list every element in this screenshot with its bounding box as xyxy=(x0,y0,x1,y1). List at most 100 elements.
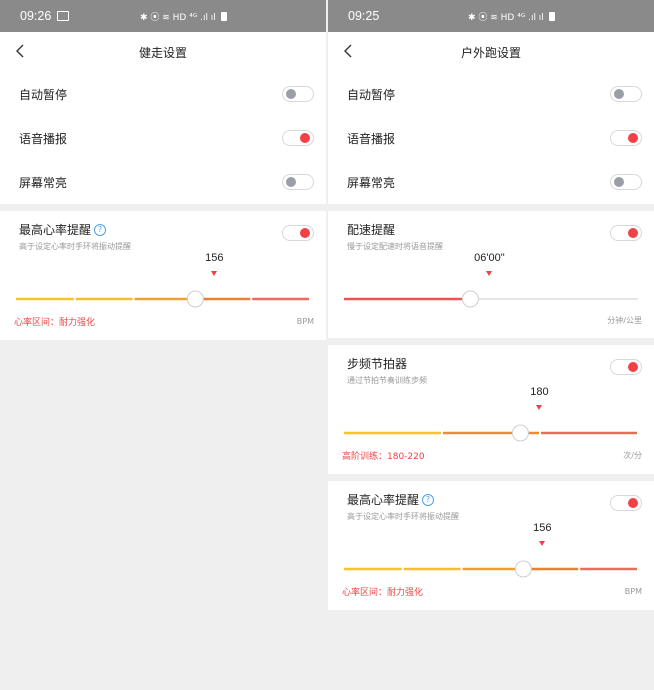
alert-text: 步频节拍器通过节拍节奏训练步频 xyxy=(347,355,427,386)
slider-track xyxy=(16,290,309,308)
alert-toggle[interactable] xyxy=(282,225,314,241)
alert-card: 最高心率提醒? 高于设定心率时手环将振动提醒 156 心率区间：耐力强化 BPM xyxy=(0,211,326,340)
help-icon[interactable]: ? xyxy=(94,223,107,236)
setting-toggle[interactable] xyxy=(610,130,642,146)
basic-settings-card: 自动暂停语音播报屏幕常亮 xyxy=(0,72,326,204)
alert-title: 配速提醒 xyxy=(347,221,443,238)
unit-label: BPM xyxy=(624,587,642,596)
setting-row: 屏幕常亮 xyxy=(0,160,326,204)
alert-header: 步频节拍器通过节拍节奏训练步频 xyxy=(347,355,642,386)
slider-footer: 高阶训练：180-220 次/分 xyxy=(342,449,642,462)
alert-toggle[interactable] xyxy=(610,495,642,511)
slider-value: 180 xyxy=(530,386,549,398)
slider-track xyxy=(344,424,637,442)
unit-label: 次/分 xyxy=(623,451,642,460)
toggle-knob xyxy=(628,228,638,238)
value-slider[interactable] xyxy=(344,289,638,309)
value-slider[interactable] xyxy=(344,423,638,443)
zone-label: 心率区间：耐力强化 xyxy=(14,318,96,328)
toggle-knob xyxy=(628,133,638,143)
alert-toggle[interactable] xyxy=(610,225,642,241)
back-button[interactable] xyxy=(338,41,358,61)
setting-row: 语音播报 xyxy=(328,116,654,160)
gallery-icon xyxy=(57,11,70,21)
alert-header: 最高心率提醒? 高于设定心率时手环将振动提醒 xyxy=(19,221,314,252)
alert-card: 最高心率提醒? 高于设定心率时手环将振动提醒 156 心率区间：耐力强化 BPM xyxy=(328,481,654,610)
slider-thumb[interactable] xyxy=(186,290,204,308)
setting-label: 屏幕常亮 xyxy=(347,175,396,190)
alert-title-text: 步频节拍器 xyxy=(347,357,408,371)
slider-footer: 心率区间：耐力强化 BPM xyxy=(14,315,314,328)
back-button[interactable] xyxy=(10,41,30,61)
alert-title: 最高心率提醒? xyxy=(347,491,459,508)
setting-label: 语音播报 xyxy=(19,131,68,146)
setting-row: 自动暂停 xyxy=(328,72,654,116)
alert-section: 最高心率提醒? 高于设定心率时手环将振动提醒 156 心率区间：耐力强化 BPM xyxy=(328,481,654,610)
alert-subtitle: 高于设定心率时手环将振动提醒 xyxy=(347,512,459,521)
value-marker-icon xyxy=(536,405,543,410)
value-marker-icon xyxy=(539,541,546,546)
alert-header: 最高心率提醒? 高于设定心率时手环将振动提醒 xyxy=(347,491,642,522)
slider-track xyxy=(344,290,638,308)
setting-toggle[interactable] xyxy=(610,174,642,190)
alert-section: 步频节拍器通过节拍节奏训练步频 180 高阶训练：180-220 次/分 xyxy=(328,345,654,474)
toggle-knob xyxy=(300,228,310,238)
alert-subtitle: 通过节拍节奏训练步频 xyxy=(347,376,427,385)
page-title: 健走设置 xyxy=(138,45,187,60)
outdoor-run-settings-screen: 09:25 ✱ ⦿ ≋ HD ⁴ᴳ .ıl ıl 户外跑设置自动暂停语音播报屏幕常亮… xyxy=(328,0,654,690)
setting-label: 屏幕常亮 xyxy=(19,175,68,190)
slider-value: 156 xyxy=(205,252,224,264)
slider-thumb[interactable] xyxy=(461,290,479,308)
setting-row: 自动暂停 xyxy=(0,72,326,116)
setting-toggle[interactable] xyxy=(282,86,314,102)
value-slider[interactable] xyxy=(344,559,638,579)
setting-label: 自动暂停 xyxy=(19,87,68,102)
slider-footer: 心率区间：耐力强化 BPM xyxy=(342,585,642,598)
slider-track xyxy=(344,560,637,578)
value-marker-icon xyxy=(211,271,218,276)
setting-row: 屏幕常亮 xyxy=(328,160,654,204)
alert-header: 配速提醒 慢于设定配速时将语音提醒 xyxy=(347,221,642,252)
slider-value-wrap: 156 xyxy=(19,252,314,286)
nav-bar: 户外跑设置 xyxy=(328,32,654,72)
setting-toggle[interactable] xyxy=(282,130,314,146)
setting-label: 自动暂停 xyxy=(347,87,396,102)
slider-footer: 分钟/公里 xyxy=(342,315,642,326)
slider-value-wrap: 06'00" xyxy=(347,252,642,286)
basic-settings-card: 自动暂停语音播报屏幕常亮 xyxy=(328,72,654,204)
alert-card: 配速提醒 慢于设定配速时将语音提醒 06'00" 分钟/公里 xyxy=(328,211,654,338)
alert-text: 最高心率提醒? 高于设定心率时手环将振动提醒 xyxy=(347,491,459,522)
status-icons-text: ✱ ⦿ ≋ HD ⁴ᴳ .ıl ıl xyxy=(140,12,216,23)
setting-toggle[interactable] xyxy=(282,174,314,190)
toggle-knob xyxy=(300,133,310,143)
alert-card: 步频节拍器通过节拍节奏训练步频 180 高阶训练：180-220 次/分 xyxy=(328,345,654,474)
slider-value-wrap: 156 xyxy=(347,522,642,556)
slider-thumb[interactable] xyxy=(514,560,532,578)
walking-settings-screen: 09:26 ✱ ⦿ ≋ HD ⁴ᴳ .ıl ıl 健走设置 自动暂停 语音播报 屏幕常亮最… xyxy=(0,0,326,690)
status-bar: 09:26 ✱ ⦿ ≋ HD ⁴ᴳ .ıl ıl xyxy=(0,0,326,32)
unit-label: 分钟/公里 xyxy=(607,316,642,325)
status-icons: ✱ ⦿ ≋ HD ⁴ᴳ .ıl ıl xyxy=(468,0,555,32)
value-marker-icon xyxy=(486,271,493,276)
alert-section: 最高心率提醒? 高于设定心率时手环将振动提醒 156 心率区间：耐力强化 BPM xyxy=(0,211,326,340)
value-slider[interactable] xyxy=(16,289,310,309)
setting-row: 语音播报 xyxy=(0,116,326,160)
status-time: 09:26 xyxy=(20,9,52,23)
slider-thumb[interactable] xyxy=(511,424,529,442)
status-bar: 09:25 ✱ ⦿ ≋ HD ⁴ᴳ .ıl ıl xyxy=(328,0,654,32)
zone-label: 心率区间：耐力强化 xyxy=(342,588,424,598)
zone-label: 高阶训练：180-220 xyxy=(342,452,425,462)
setting-toggle[interactable] xyxy=(610,86,642,102)
alert-text: 配速提醒 慢于设定配速时将语音提醒 xyxy=(347,221,443,252)
status-icons: ✱ ⦿ ≋ HD ⁴ᴳ .ıl ıl xyxy=(140,0,227,32)
page-title: 户外跑设置 xyxy=(460,45,521,60)
battery-icon xyxy=(548,11,555,21)
alert-subtitle: 高于设定心率时手环将振动提醒 xyxy=(19,242,131,251)
setting-label: 语音播报 xyxy=(347,131,396,146)
status-icons-text: ✱ ⦿ ≋ HD ⁴ᴳ .ıl ıl xyxy=(468,12,544,23)
battery-icon xyxy=(220,11,227,21)
alert-toggle[interactable] xyxy=(610,359,642,375)
help-icon[interactable]: ? xyxy=(422,493,435,506)
slider-value-wrap: 180 xyxy=(347,386,642,420)
unit-label: BPM xyxy=(296,317,314,326)
